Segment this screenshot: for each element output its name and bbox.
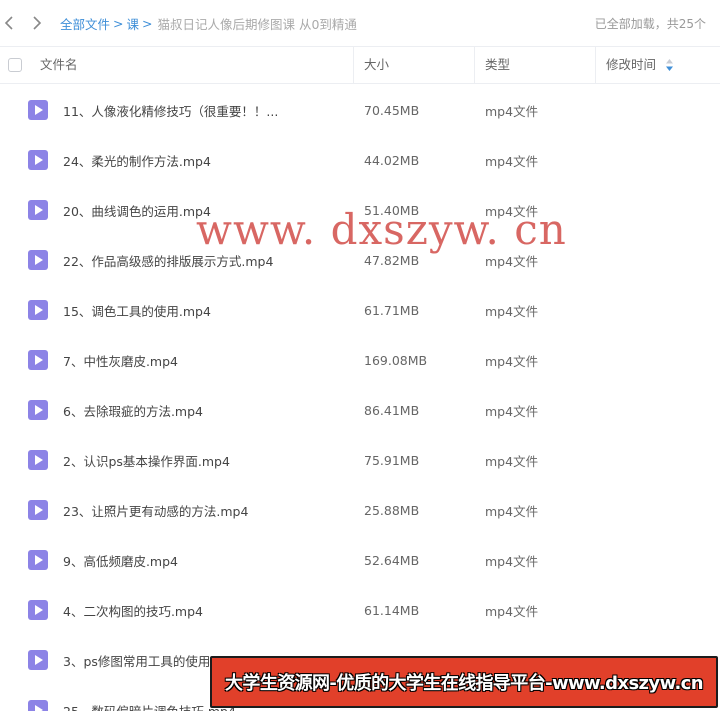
column-header-size[interactable]: 大小 (353, 47, 474, 83)
file-name[interactable]: 11、人像液化精修技巧（很重要！！... (63, 101, 333, 120)
select-all-checkbox[interactable] (8, 58, 22, 72)
top-bar: 全部文件 > 课 > 猫叔日记人像后期修图课 从0到精通 已全部加载，共25个 (0, 0, 720, 46)
video-file-icon (28, 150, 48, 170)
table-row[interactable]: 23、让照片更有动感的方法.mp4 25.88MB mp4文件 (0, 485, 720, 535)
file-type: mp4文件 (485, 403, 539, 419)
column-header-type[interactable]: 类型 (474, 47, 595, 83)
video-file-icon (28, 600, 48, 620)
breadcrumb-separator: > (113, 15, 124, 31)
file-type: mp4文件 (485, 453, 539, 469)
video-file-icon (28, 200, 48, 220)
file-size: 61.14MB (364, 602, 420, 618)
video-file-icon (28, 400, 48, 420)
file-size: 169.08MB (364, 352, 428, 368)
breadcrumb-current: 猫叔日记人像后期修图课 从0到精通 (157, 16, 357, 32)
file-name[interactable]: 23、让照片更有动感的方法.mp4 (63, 501, 333, 520)
file-type: mp4文件 (485, 303, 539, 319)
table-row[interactable]: 15、调色工具的使用.mp4 61.71MB mp4文件 (0, 285, 720, 335)
file-type: mp4文件 (485, 153, 539, 169)
file-size: 86.41MB (364, 402, 420, 418)
file-type: mp4文件 (485, 203, 539, 219)
file-type: mp4文件 (485, 253, 539, 269)
file-type: mp4文件 (485, 353, 539, 369)
file-name[interactable]: 22、作品高级感的排版展示方式.mp4 (63, 251, 333, 270)
table-row[interactable]: 7、中性灰磨皮.mp4 169.08MB mp4文件 (0, 335, 720, 385)
file-size: 52.64MB (364, 552, 420, 568)
table-row[interactable]: 6、去除瑕疵的方法.mp4 86.41MB mp4文件 (0, 385, 720, 435)
file-size: 44.02MB (364, 152, 420, 168)
video-file-icon (28, 450, 48, 470)
promo-banner: 大学生资源网-优质的大学生在线指导平台-www.dxszyw.cn (210, 656, 718, 708)
file-name[interactable]: 4、二次构图的技巧.mp4 (63, 601, 333, 620)
file-size: 51.40MB (364, 202, 420, 218)
file-type: mp4文件 (485, 103, 539, 119)
file-name[interactable]: 9、高低频磨皮.mp4 (63, 551, 333, 570)
video-file-icon (28, 700, 48, 711)
file-type: mp4文件 (485, 603, 539, 619)
table-header: 文件名 大小 类型 修改时间 (0, 46, 720, 84)
chevron-right-icon[interactable] (28, 14, 46, 32)
table-row[interactable]: 2、认识ps基本操作界面.mp4 75.91MB mp4文件 (0, 435, 720, 485)
file-name[interactable]: 7、中性灰磨皮.mp4 (63, 351, 333, 370)
file-list: 11、人像液化精修技巧（很重要！！... 70.45MB mp4文件 24、柔光的制作… (0, 85, 720, 711)
video-file-icon (28, 100, 48, 120)
file-size: 61.71MB (364, 302, 420, 318)
video-file-icon (28, 300, 48, 320)
file-name[interactable]: 15、调色工具的使用.mp4 (63, 301, 333, 320)
column-header-modified-label: 修改时间 (606, 57, 657, 72)
table-row[interactable]: 9、高低频磨皮.mp4 52.64MB mp4文件 (0, 535, 720, 585)
breadcrumb-parent[interactable]: 课 (127, 14, 140, 33)
table-row[interactable]: 22、作品高级感的排版展示方式.mp4 47.82MB mp4文件 (0, 235, 720, 285)
video-file-icon (28, 500, 48, 520)
promo-banner-text: 大学生资源网-优质的大学生在线指导平台-www.dxszyw.cn (225, 673, 704, 694)
breadcrumb-root[interactable]: 全部文件 (60, 14, 110, 33)
table-row[interactable]: 24、柔光的制作方法.mp4 44.02MB mp4文件 (0, 135, 720, 185)
file-name[interactable]: 6、去除瑕疵的方法.mp4 (63, 401, 333, 420)
breadcrumb: 全部文件 > 课 > 猫叔日记人像后期修图课 从0到精通 (60, 14, 357, 33)
column-header-modified[interactable]: 修改时间 (595, 47, 720, 83)
video-file-icon (28, 250, 48, 270)
file-type: mp4文件 (485, 503, 539, 519)
file-size: 25.88MB (364, 502, 420, 518)
chevron-left-icon[interactable] (0, 14, 18, 32)
file-size: 47.82MB (364, 252, 420, 268)
sort-icon[interactable] (666, 59, 674, 71)
table-row[interactable]: 20、曲线调色的运用.mp4 51.40MB mp4文件 (0, 185, 720, 235)
table-row[interactable]: 4、二次构图的技巧.mp4 61.14MB mp4文件 (0, 585, 720, 635)
table-row[interactable]: 11、人像液化精修技巧（很重要！！... 70.45MB mp4文件 (0, 85, 720, 135)
file-name[interactable]: 20、曲线调色的运用.mp4 (63, 201, 333, 220)
load-status: 已全部加载，共25个 (594, 17, 706, 31)
breadcrumb-separator: > (142, 15, 153, 31)
file-name[interactable]: 24、柔光的制作方法.mp4 (63, 151, 333, 170)
video-file-icon (28, 650, 48, 670)
column-header-name[interactable]: 文件名 (40, 47, 78, 83)
video-file-icon (28, 350, 48, 370)
video-file-icon (28, 550, 48, 570)
file-name[interactable]: 2、认识ps基本操作界面.mp4 (63, 451, 333, 470)
file-size: 70.45MB (364, 102, 420, 118)
file-type: mp4文件 (485, 553, 539, 569)
file-size: 75.91MB (364, 452, 420, 468)
